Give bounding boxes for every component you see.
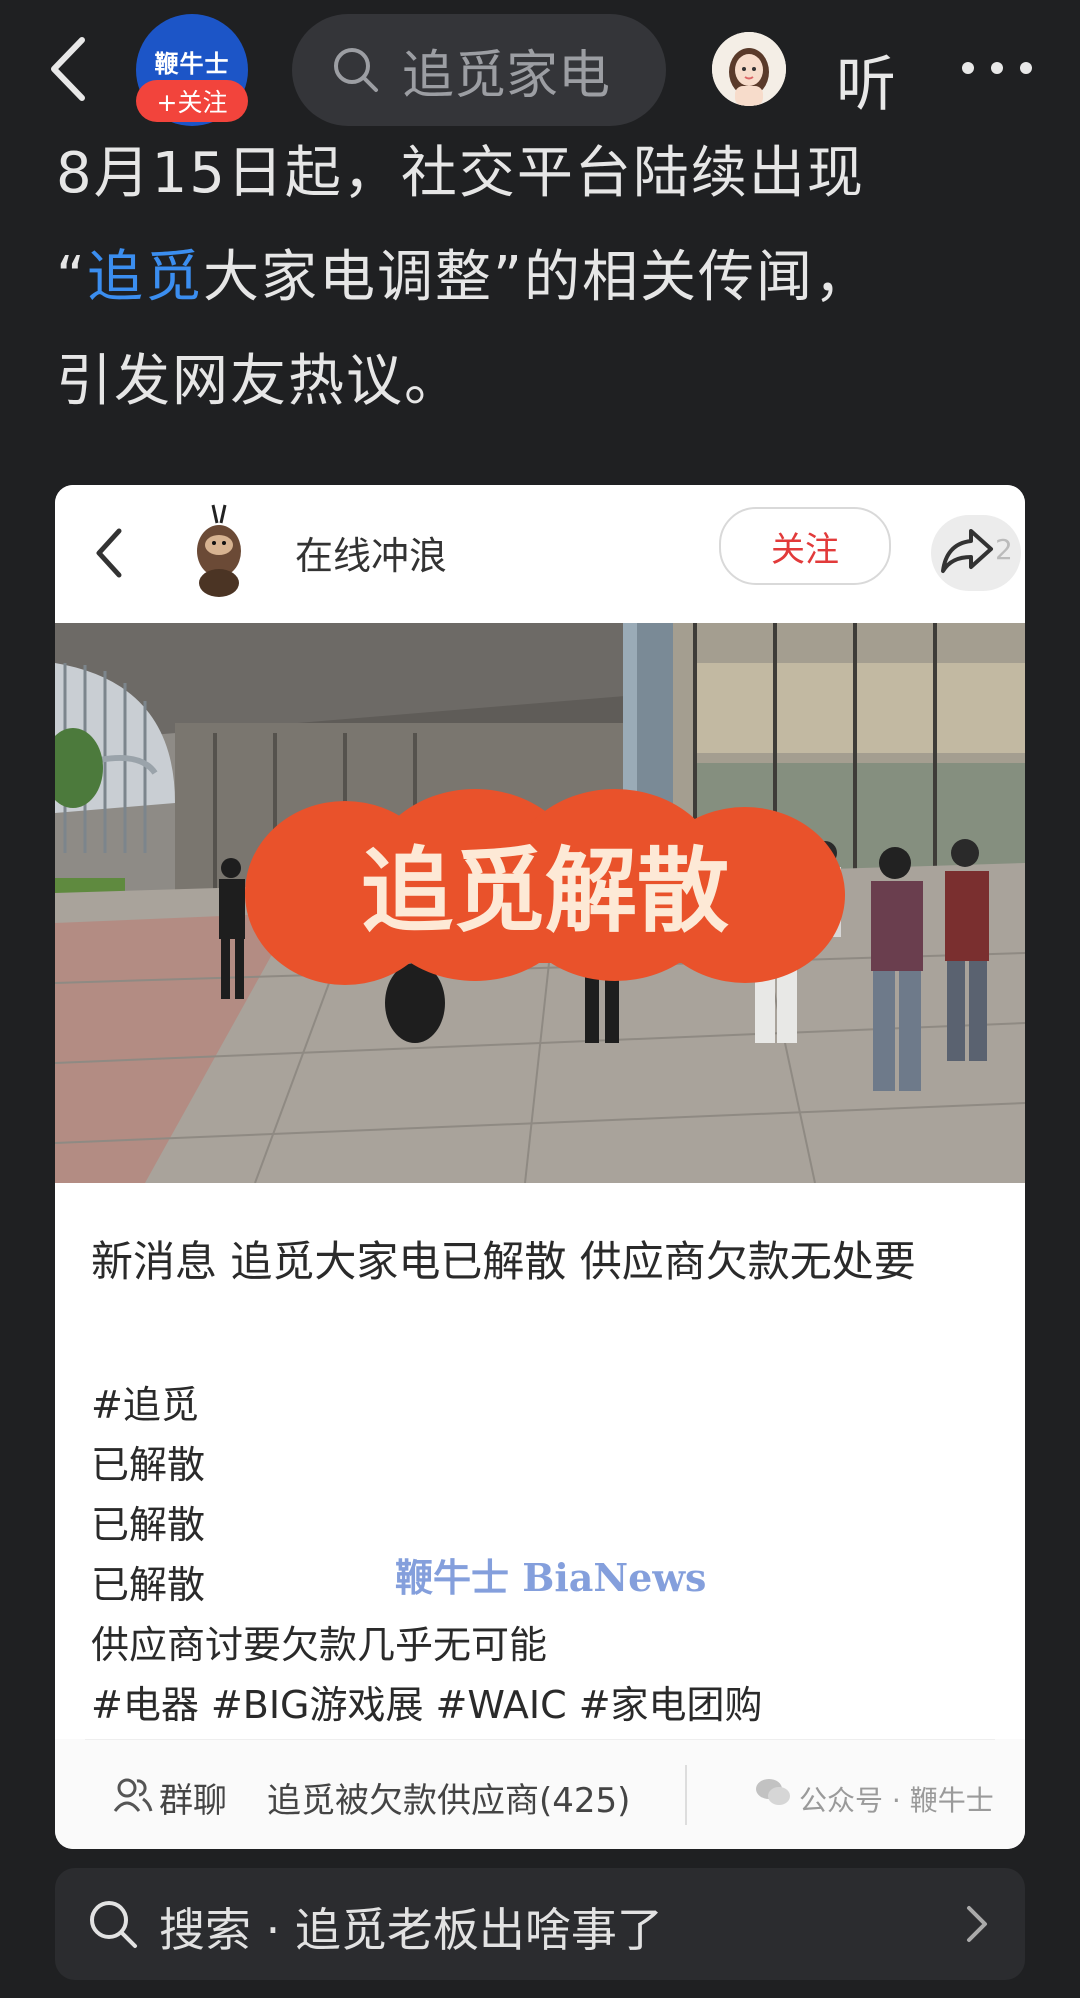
post-line: 已解散 <box>91 1503 206 1547</box>
more-icon[interactable] <box>962 62 1032 78</box>
group-chat-label: 群聊 <box>159 1781 227 1821</box>
divider <box>685 1765 687 1825</box>
follow-button[interactable]: +关注 <box>136 80 248 122</box>
post-line: 已解散 <box>91 1443 206 1487</box>
account-avatar <box>197 504 241 597</box>
back-icon[interactable] <box>42 34 102 104</box>
related-search-text: 搜索 · 追觅老板出啥事了 <box>159 1903 663 1957</box>
listen-button[interactable]: 听 <box>836 36 896 123</box>
article-line-1: 8月15日起，社交平台陆续出现 <box>56 141 865 206</box>
group-icon <box>113 1778 153 1812</box>
search-bar[interactable]: 追觅家电 <box>292 14 666 126</box>
post-line: 供应商讨要欠款几乎无可能 <box>91 1623 548 1667</box>
logo-text: 鞭牛士 <box>154 49 230 78</box>
share-icon <box>941 529 993 573</box>
article-line-2-rest: 大家电调整”的相关传闻， <box>203 245 873 310</box>
search-icon <box>90 1901 137 1948</box>
group-chat-name: 追觅被欠款供应商(425) <box>267 1781 631 1821</box>
post-line: #追觅 <box>91 1383 199 1427</box>
official-account-label: 公众号 · 鞭牛士 <box>799 1784 994 1817</box>
share-count: 2 <box>995 533 1013 566</box>
search-text: 追觅家电 <box>402 45 611 106</box>
article-line-2: “追觅大家电调整”的相关传闻， <box>56 226 1026 330</box>
post-title: 新消息 追觅大家电已解散 供应商欠款无处要 <box>91 1237 916 1286</box>
embedded-post-screenshot[interactable]: 在线冲浪 关注 2 追觅解散 新消息 追觅大家电已解散 供应商欠款无处要 #追觅… <box>55 485 1025 1849</box>
account-name: 在线冲浪 <box>295 534 448 578</box>
open-quote: “ <box>56 245 88 310</box>
photo-overlay-text: 追觅解散 <box>361 837 729 945</box>
back-icon <box>96 528 122 578</box>
article-text: 8月15日起，社交平台陆续出现 “追觅大家电调整”的相关传闻， 引发网友热议。 <box>56 122 1026 434</box>
search-icon <box>334 48 378 92</box>
chevron-right-icon <box>967 1906 987 1942</box>
dreame-link[interactable]: 追觅 <box>87 245 203 310</box>
share-button: 2 <box>931 515 1021 591</box>
divider <box>85 1739 995 1740</box>
post-follow-button: 关注 <box>719 507 891 585</box>
post-footer: 群聊 追觅被欠款供应商(425) 公众号 · 鞭牛士 <box>55 1739 1025 1849</box>
post-hashtags: #电器 #BIG游戏展 #WAIC #家电团购 <box>91 1683 763 1727</box>
post-header: 在线冲浪 关注 2 <box>55 485 1025 623</box>
related-search-bar[interactable]: 搜索 · 追觅老板出啥事了 <box>55 1868 1025 1980</box>
wechat-icon <box>756 1779 790 1805</box>
watermark: 鞭牛士 BiaNews <box>395 1555 707 1600</box>
post-photo: 追觅解散 <box>55 623 1025 1183</box>
user-avatar[interactable] <box>712 32 786 106</box>
article-line-3: 引发网友热议。 <box>56 349 462 414</box>
